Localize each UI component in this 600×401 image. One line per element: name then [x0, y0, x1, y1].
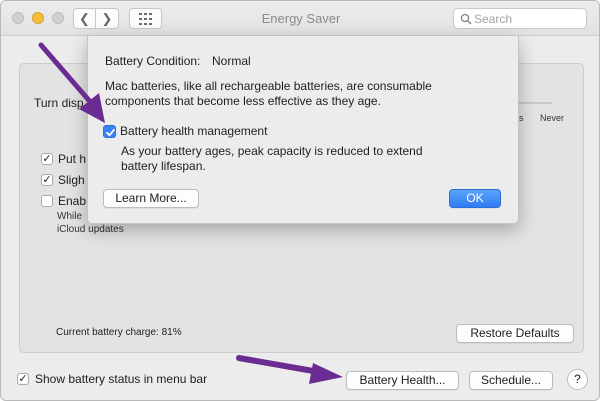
energy-saver-window: ❮ ❯ Energy Saver Turn disp hrs Never ✓ P…: [0, 0, 600, 401]
annotation-arrow-battery-health: [236, 355, 343, 384]
